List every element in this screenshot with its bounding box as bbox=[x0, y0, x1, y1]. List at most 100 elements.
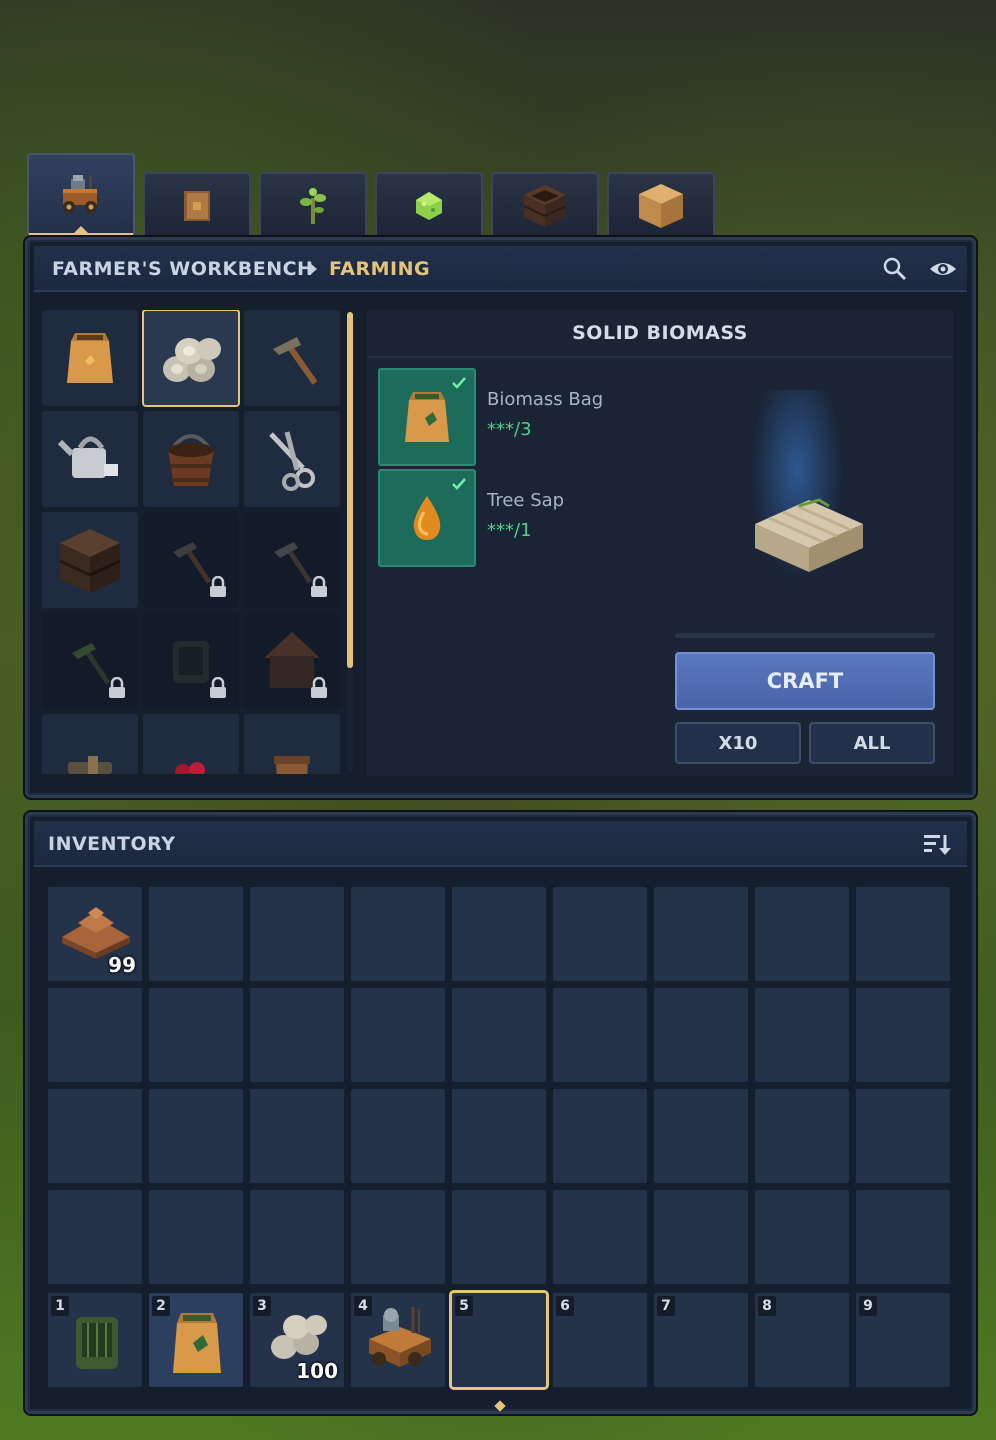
inventory-slot-empty[interactable] bbox=[856, 887, 950, 981]
recipe-list bbox=[42, 310, 342, 774]
inventory-slot-empty[interactable] bbox=[452, 887, 546, 981]
recipe-slot-locked-birdhouse[interactable] bbox=[244, 613, 340, 709]
check-icon bbox=[452, 478, 466, 490]
recipe-scrollbar[interactable] bbox=[347, 312, 353, 668]
breadcrumb-arrow-icon bbox=[310, 263, 323, 275]
recipe-slot-biomass-bag[interactable] bbox=[42, 310, 138, 406]
inventory-slot-empty[interactable] bbox=[452, 988, 546, 1082]
inventory-slot-empty[interactable] bbox=[553, 887, 647, 981]
inventory-slot-empty[interactable] bbox=[149, 988, 243, 1082]
inventory-slot-empty[interactable] bbox=[48, 1089, 142, 1183]
inventory-slot-empty[interactable] bbox=[250, 887, 344, 981]
inventory-slot-empty[interactable] bbox=[654, 1089, 748, 1183]
hotbar-slot-8[interactable]: 8 bbox=[755, 1293, 849, 1387]
recipe-slot-locked-hoe[interactable] bbox=[244, 512, 340, 608]
inventory-slot-empty[interactable] bbox=[351, 1190, 445, 1284]
tab-hay[interactable] bbox=[607, 172, 715, 238]
eye-icon[interactable] bbox=[928, 256, 958, 282]
inventory-slot-empty[interactable] bbox=[654, 887, 748, 981]
ingredient-qty: ***/1 bbox=[487, 520, 532, 541]
workbench-cart-icon bbox=[63, 175, 97, 213]
inventory-slot-empty[interactable] bbox=[48, 1190, 142, 1284]
item-count: 99 bbox=[108, 953, 136, 977]
recipe-slot-planter[interactable] bbox=[244, 714, 340, 774]
tab-book[interactable] bbox=[143, 172, 251, 238]
inventory-slot-empty[interactable] bbox=[149, 1089, 243, 1183]
hotbar-slot-2[interactable]: 2 bbox=[149, 1293, 243, 1387]
inventory-panel: INVENTORY 99 1 2 3 100 4 5 6 7 8 9 bbox=[25, 812, 976, 1414]
planter-crate-icon bbox=[523, 185, 567, 227]
inventory-slot-empty[interactable] bbox=[654, 988, 748, 1082]
inventory-slot-empty[interactable] bbox=[755, 1190, 849, 1284]
inventory-slot-empty[interactable] bbox=[351, 988, 445, 1082]
inventory-slot-empty[interactable] bbox=[48, 988, 142, 1082]
recipe-title: SOLID BIOMASS bbox=[367, 310, 953, 358]
hotbar-slot-number: 6 bbox=[556, 1296, 574, 1316]
inventory-slot-empty[interactable] bbox=[149, 1190, 243, 1284]
dirt-pile-icon bbox=[62, 907, 130, 959]
tab-workbench[interactable] bbox=[27, 153, 135, 237]
biomass-bag-icon bbox=[405, 392, 449, 442]
recipe-slot-hoe[interactable] bbox=[244, 310, 340, 406]
crafting-panel: FARMER'S WORKBENCH FARMING SOLID BIOMASS… bbox=[25, 237, 976, 798]
recipe-slot-locked-composter[interactable] bbox=[143, 613, 239, 709]
inventory-slot-empty[interactable] bbox=[654, 1190, 748, 1284]
recipe-slot-wooden-crate[interactable] bbox=[42, 512, 138, 608]
sapling-icon bbox=[300, 188, 326, 224]
planter-icon bbox=[274, 756, 310, 774]
hay-block-icon bbox=[639, 184, 683, 228]
inventory-slot-empty[interactable] bbox=[553, 988, 647, 1082]
craft-all-button[interactable]: ALL bbox=[809, 722, 935, 764]
inventory-slot-empty[interactable] bbox=[755, 1089, 849, 1183]
inventory-slot-empty[interactable] bbox=[452, 1190, 546, 1284]
green-crystal-icon bbox=[416, 192, 442, 220]
hotbar-slot-3[interactable]: 3 100 bbox=[250, 1293, 344, 1387]
hotbar-slot-1[interactable]: 1 bbox=[48, 1293, 142, 1387]
recipe-slot-watering-can[interactable] bbox=[42, 411, 138, 507]
hotbar-slot-7[interactable]: 7 bbox=[654, 1293, 748, 1387]
hotbar-slot-6[interactable]: 6 bbox=[553, 1293, 647, 1387]
inventory-slot-empty[interactable] bbox=[553, 1190, 647, 1284]
bucket-icon bbox=[168, 434, 214, 486]
recipe-slot-locked-hoe[interactable] bbox=[143, 512, 239, 608]
recipe-slot-bucket[interactable] bbox=[143, 411, 239, 507]
recipe-slot-berries[interactable] bbox=[143, 714, 239, 774]
category-title[interactable]: FARMING bbox=[329, 258, 430, 280]
shears-icon bbox=[269, 431, 315, 491]
inventory-slot-empty[interactable] bbox=[755, 988, 849, 1082]
inventory-slot-empty[interactable] bbox=[856, 1089, 950, 1183]
craft-button[interactable]: CRAFT bbox=[675, 652, 935, 710]
tab-crystal[interactable] bbox=[375, 172, 483, 238]
inventory-slot-empty[interactable] bbox=[553, 1089, 647, 1183]
inventory-slot-empty[interactable] bbox=[856, 988, 950, 1082]
inventory-slot-empty[interactable] bbox=[250, 1089, 344, 1183]
inventory-slot-empty[interactable] bbox=[351, 887, 445, 981]
search-icon[interactable] bbox=[882, 256, 908, 282]
inventory-slot-empty[interactable] bbox=[149, 887, 243, 981]
hotbar-slot-number: 1 bbox=[51, 1296, 69, 1316]
hotbar-slot-9[interactable]: 9 bbox=[856, 1293, 950, 1387]
tab-planter[interactable] bbox=[491, 172, 599, 238]
hotbar-slot-4[interactable]: 4 bbox=[351, 1293, 445, 1387]
ingredient-slot-biomass-bag[interactable] bbox=[378, 368, 476, 466]
inventory-slot-dirt[interactable]: 99 bbox=[48, 887, 142, 981]
ingredient-slot-tree-sap[interactable] bbox=[378, 469, 476, 567]
recipe-slot-tool[interactable] bbox=[42, 714, 138, 774]
inventory-slot-empty[interactable] bbox=[250, 1190, 344, 1284]
workbench-cart-icon bbox=[369, 1307, 431, 1367]
recipe-slot-solid-biomass[interactable] bbox=[142, 310, 240, 407]
check-icon bbox=[452, 377, 466, 389]
inventory-slot-empty[interactable] bbox=[250, 988, 344, 1082]
inventory-slot-empty[interactable] bbox=[755, 887, 849, 981]
inventory-slot-empty[interactable] bbox=[856, 1190, 950, 1284]
recipe-slot-locked-hoe[interactable] bbox=[42, 613, 138, 709]
hotbar-slot-number: 7 bbox=[657, 1296, 675, 1316]
sort-icon[interactable] bbox=[922, 831, 952, 857]
recipe-slot-shears[interactable] bbox=[244, 411, 340, 507]
hotbar-slot-5[interactable]: 5 bbox=[449, 1290, 549, 1390]
biomass-bag-icon bbox=[173, 1313, 221, 1373]
inventory-slot-empty[interactable] bbox=[351, 1089, 445, 1183]
inventory-slot-empty[interactable] bbox=[452, 1089, 546, 1183]
craft-x10-button[interactable]: X10 bbox=[675, 722, 801, 764]
tab-sapling[interactable] bbox=[259, 172, 367, 238]
